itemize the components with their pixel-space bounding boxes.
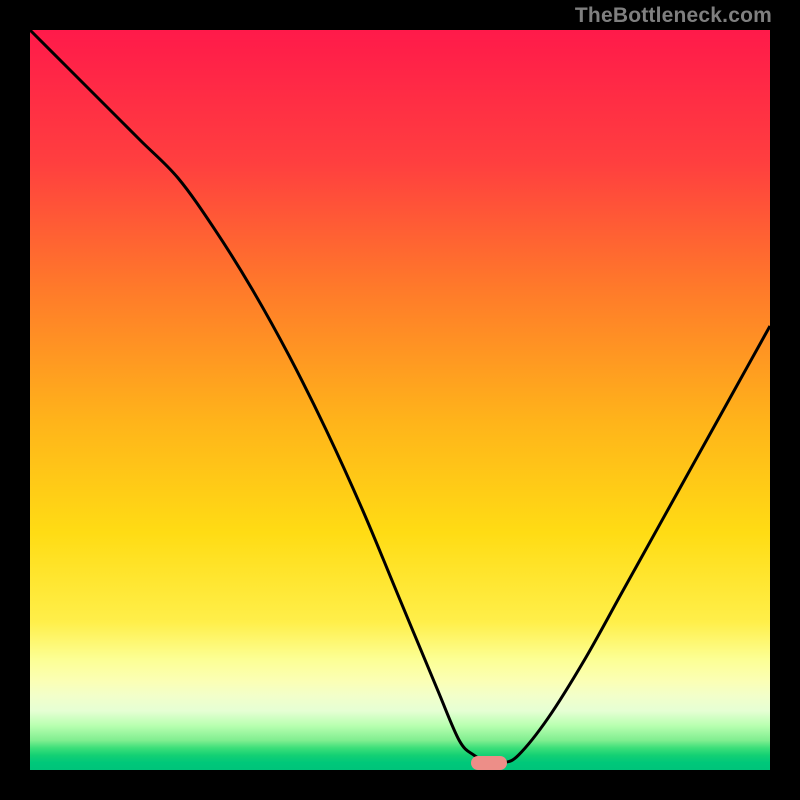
optimal-marker <box>471 756 507 770</box>
watermark-text: TheBottleneck.com <box>575 4 772 28</box>
chart-container: TheBottleneck.com <box>0 0 800 800</box>
curve-layer <box>30 30 770 770</box>
bottleneck-curve <box>30 30 770 764</box>
